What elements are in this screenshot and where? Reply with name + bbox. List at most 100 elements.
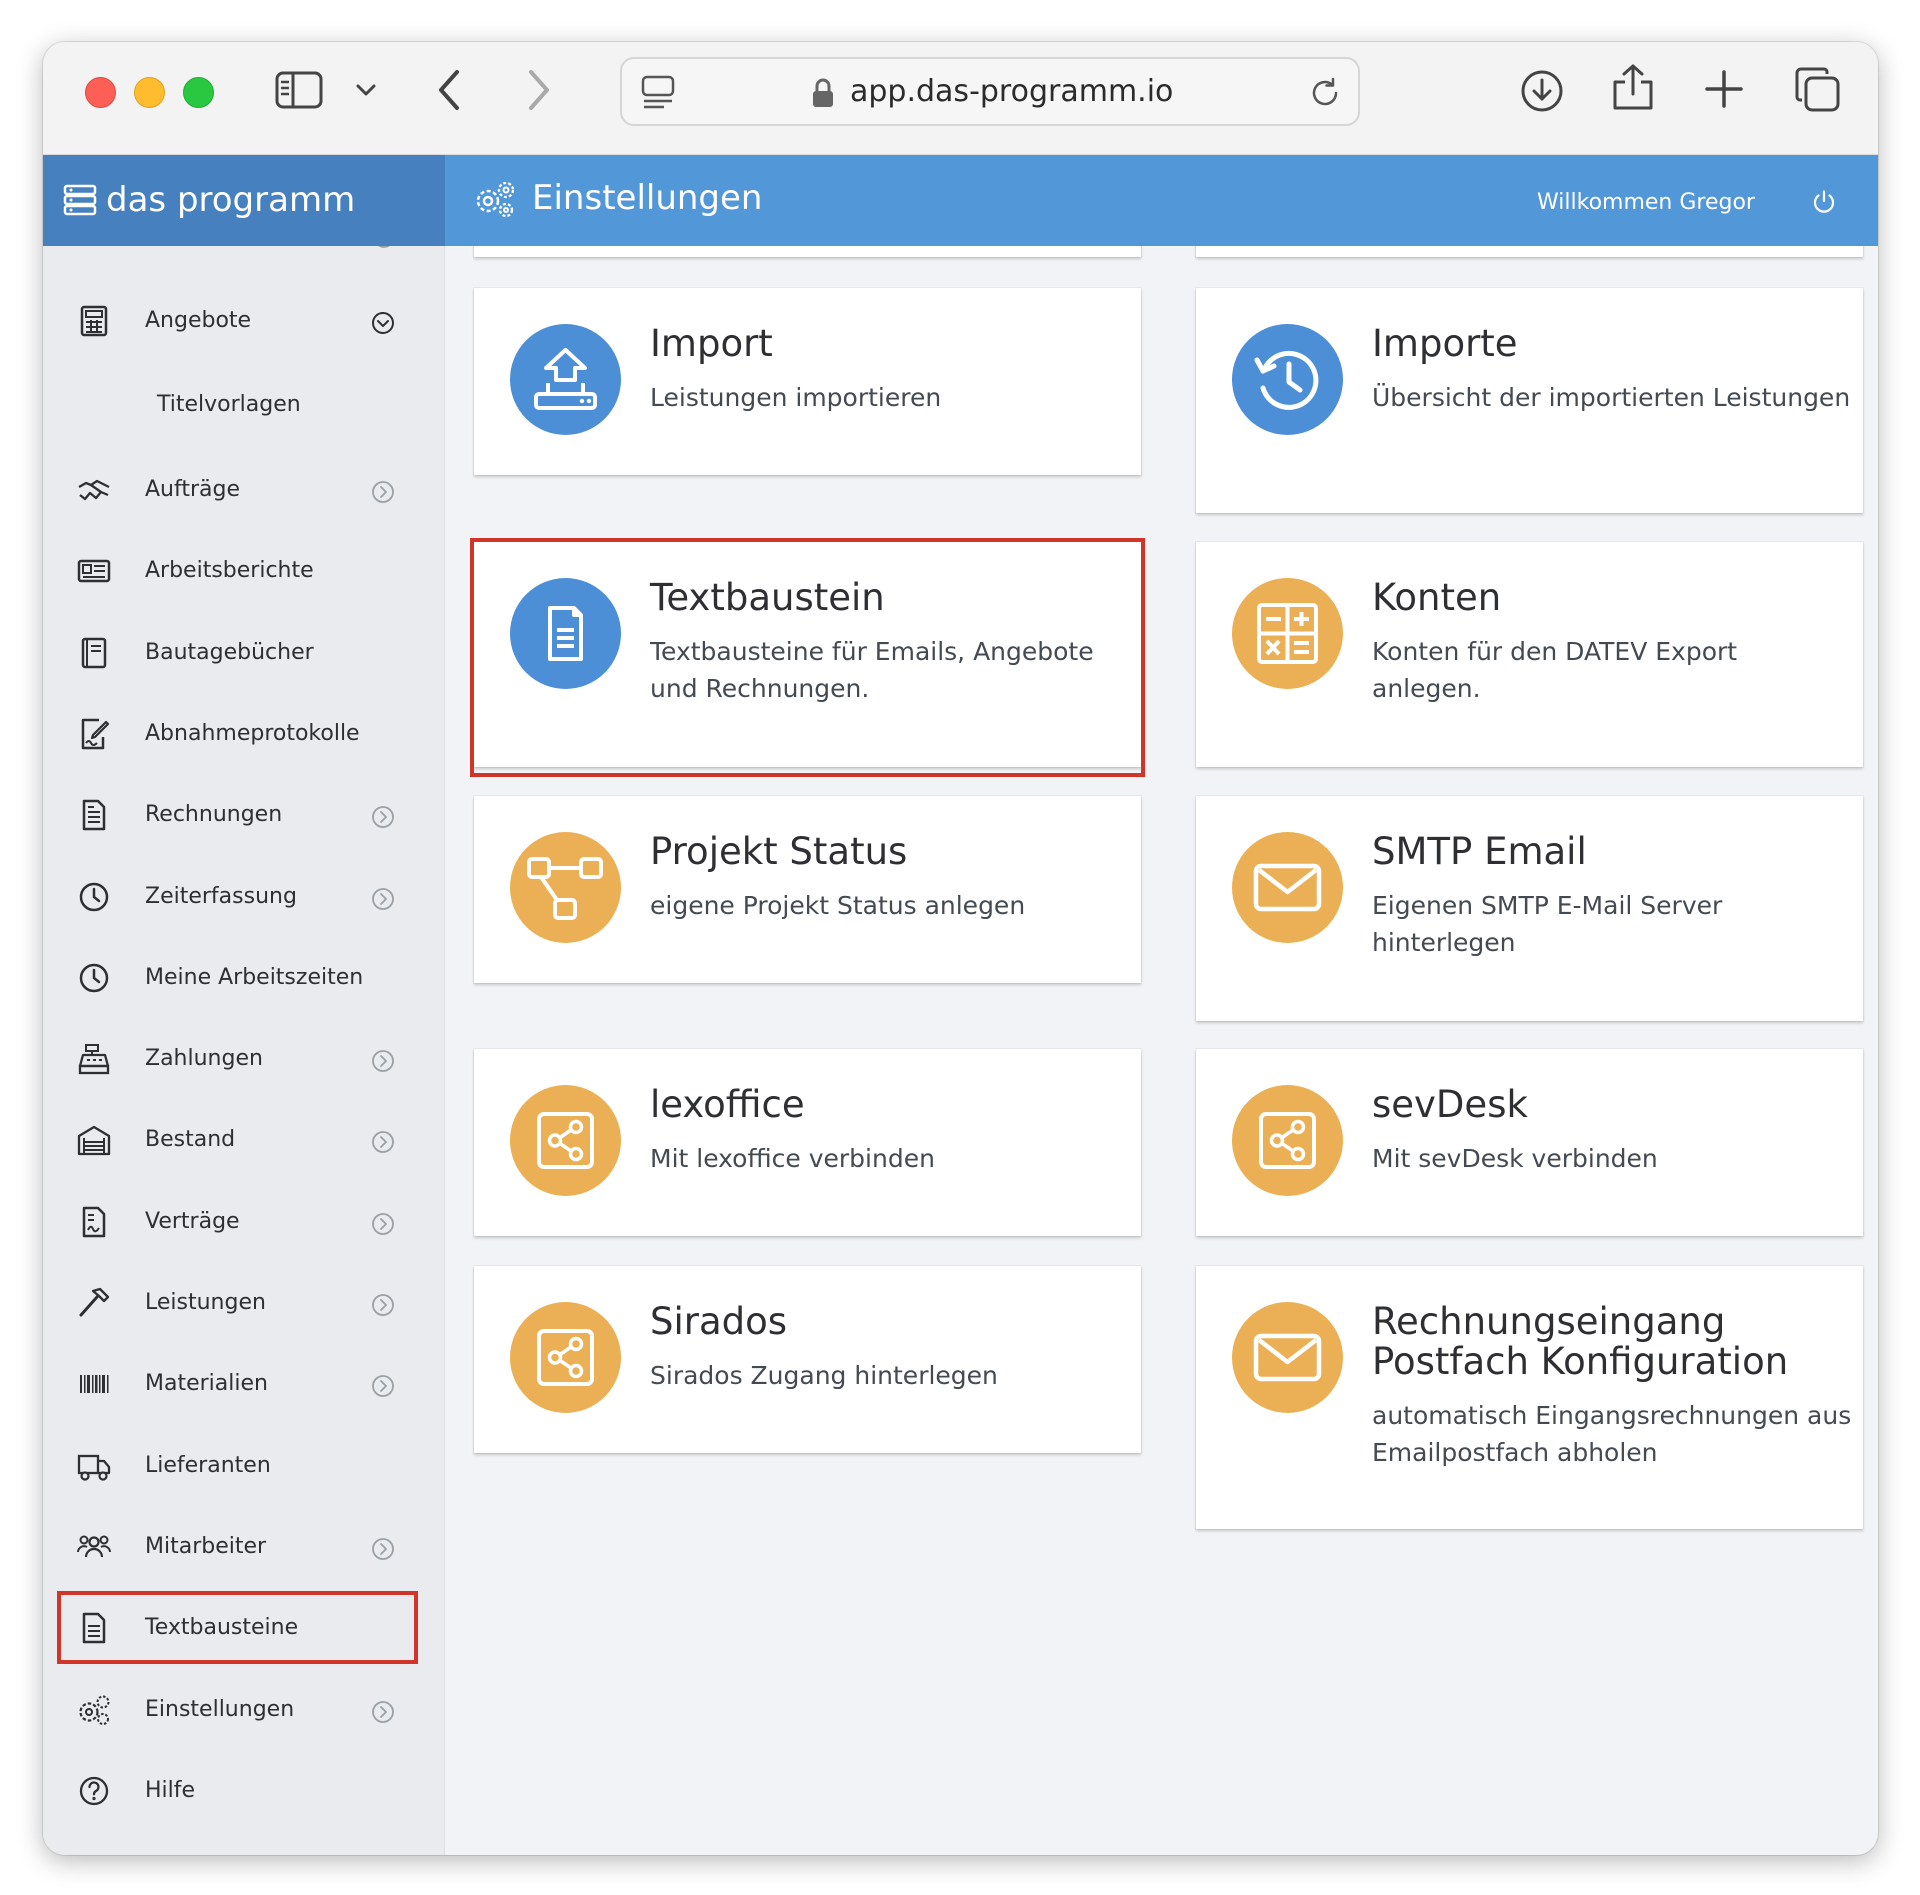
- chevron-right-circle-icon[interactable]: [371, 1700, 395, 1724]
- settings-card-projekt-status[interactable]: Projekt Status eigene Projekt Status anl…: [474, 796, 1141, 983]
- browser-window: app.das-programm.io das programm Einstel…: [43, 42, 1878, 1855]
- sidebar-item-mitarbeiter[interactable]: Mitarbeiter: [43, 1508, 444, 1588]
- settings-card-import[interactable]: Import Leistungen importieren: [474, 288, 1141, 475]
- help-icon: [79, 1776, 109, 1806]
- chevron-down-circle-icon[interactable]: [371, 311, 395, 335]
- chevron-right-circle-icon[interactable]: [371, 805, 395, 829]
- chevron-right-circle-icon[interactable]: [371, 1049, 395, 1073]
- sidebar-item-einstellungen[interactable]: Einstellungen: [43, 1671, 444, 1751]
- card-description: Eigenen SMTP E-Mail Server hinterlegen: [1372, 891, 1723, 957]
- sidebar-item-label: Mitarbeiter: [145, 1534, 267, 1559]
- sidebar-item-label: Einstellungen: [145, 1697, 295, 1722]
- reload-icon[interactable]: [1308, 76, 1342, 110]
- sidebar-item-label: Abnahmeprotokolle: [145, 721, 360, 746]
- card-icon-circle: [1232, 324, 1343, 435]
- card-title: lexoffice: [650, 1083, 805, 1126]
- upload-icon: [534, 348, 597, 410]
- sidebar-item-titelvorlagen[interactable]: Titelvorlagen: [43, 366, 444, 446]
- sidebar-item-materialien[interactable]: Materialien: [43, 1345, 444, 1425]
- card-icon-circle: [510, 1302, 621, 1413]
- settings-card-konten[interactable]: Konten Konten für den DATEV Export anleg…: [1196, 542, 1863, 767]
- sidebar-item-label: Rechnungen: [145, 802, 283, 827]
- chevron-right-circle-icon[interactable]: [371, 1293, 395, 1317]
- card-title: SMTP Email: [1372, 830, 1587, 873]
- calculator-icon: [1257, 603, 1318, 664]
- chevron-down-icon[interactable]: [355, 82, 377, 98]
- chevron-right-circle-icon[interactable]: [371, 1130, 395, 1154]
- close-window-button[interactable]: [85, 77, 116, 108]
- chevron-right-circle-icon[interactable]: [371, 1537, 395, 1561]
- card-title: sevDesk: [1372, 1083, 1528, 1126]
- handshake-icon: [78, 479, 110, 501]
- zoom-window-button[interactable]: [183, 77, 214, 108]
- sidebar-item-bestand[interactable]: Bestand: [43, 1101, 444, 1181]
- forward-icon[interactable]: [523, 68, 553, 112]
- address-bar[interactable]: app.das-programm.io: [620, 57, 1360, 126]
- sidebar-item-label: Aufträge: [145, 477, 241, 502]
- sidebar-item-meine-arbeitszeiten[interactable]: Meine Arbeitszeiten: [43, 939, 444, 1019]
- sidebar-item-hilfe[interactable]: Hilfe: [43, 1752, 444, 1832]
- sidebar-item-label: Arbeitsberichte: [145, 558, 314, 583]
- url-text: app.das-programm.io: [850, 74, 1174, 109]
- sidebar-toggle-icon[interactable]: [275, 70, 323, 110]
- app-header: das programm Einstellungen Willkommen Gr…: [43, 155, 1878, 246]
- signature-icon: [81, 718, 110, 750]
- tab-overview-icon[interactable]: [1794, 66, 1842, 114]
- sidebar-item-bautagebuecher[interactable]: Bautagebücher: [43, 614, 444, 694]
- warehouse-icon: [77, 1125, 111, 1156]
- brand-area[interactable]: das programm: [43, 155, 445, 246]
- power-icon[interactable]: [1811, 189, 1837, 215]
- workflow-icon: [527, 857, 603, 920]
- settings-card-smtp-email[interactable]: SMTP Email Eigenen SMTP E-Mail Server hi…: [1196, 796, 1863, 1021]
- server-icon: [63, 184, 97, 216]
- card-description: Übersicht der importierten Leistungen: [1372, 383, 1851, 412]
- sidebar-item-zahlungen[interactable]: Zahlungen: [43, 1020, 444, 1100]
- sidebar-item-abnahmeprotokolle[interactable]: Abnahmeprotokolle: [43, 695, 444, 775]
- card-title: Importe: [1372, 322, 1518, 365]
- sidebar-item-label: Hilfe: [145, 1778, 196, 1803]
- sidebar-item-lieferanten[interactable]: Lieferanten: [43, 1427, 444, 1507]
- sidebar-item-arbeitsberichte[interactable]: Arbeitsberichte: [43, 532, 444, 612]
- sidebar-item-auftraege[interactable]: Aufträge: [43, 451, 444, 531]
- calculator-icon: [80, 305, 108, 337]
- clock-icon: [79, 963, 109, 993]
- share-icon[interactable]: [1611, 62, 1655, 112]
- back-icon[interactable]: [435, 68, 465, 112]
- chevron-right-circle-icon[interactable]: [371, 1212, 395, 1236]
- truck-icon: [77, 1454, 111, 1481]
- chevron-right-circle-icon[interactable]: [371, 1374, 395, 1398]
- sidebar-item-zeiterfassung[interactable]: Zeiterfassung: [43, 858, 444, 938]
- contract-icon: [82, 1206, 106, 1238]
- browser-toolbar: app.das-programm.io: [43, 42, 1878, 155]
- settings-card-rechnungseingang-postfach[interactable]: Rechnungseingang Postfach Konfiguration …: [1196, 1266, 1863, 1529]
- new-tab-icon[interactable]: [1703, 68, 1745, 110]
- sidebar-item-label: Titelvorlagen: [157, 392, 301, 417]
- settings-card-lexoffice[interactable]: lexoffice Mit lexoffice verbinden: [474, 1049, 1141, 1236]
- sidebar-item-rechnungen[interactable]: Rechnungen: [43, 776, 444, 856]
- settings-card-sirados[interactable]: Sirados Sirados Zugang hinterlegen: [474, 1266, 1141, 1453]
- chevron-right-circle-icon[interactable]: [371, 887, 395, 911]
- sidebar-item-label: Bestand: [145, 1127, 236, 1152]
- gears-icon: [476, 181, 515, 218]
- card-title: Sirados: [650, 1300, 788, 1343]
- sidebar-item-leistungen[interactable]: Leistungen: [43, 1264, 444, 1344]
- card-description: Sirados Zugang hinterlegen: [650, 1361, 998, 1390]
- chevron-right-circle-icon[interactable]: [371, 480, 395, 504]
- users-icon: [77, 1535, 111, 1558]
- settings-card-sevdesk[interactable]: sevDesk Mit sevDesk verbinden: [1196, 1049, 1863, 1236]
- sidebar-item-label: Zeiterfassung: [145, 884, 297, 909]
- page-title: Einstellungen: [532, 178, 763, 218]
- page-menu-icon[interactable]: [640, 74, 676, 110]
- minimize-window-button[interactable]: [134, 77, 165, 108]
- card-title: Import: [650, 322, 773, 365]
- gears-icon: [79, 1695, 110, 1725]
- card-description: Leistungen importieren: [650, 383, 942, 412]
- download-icon[interactable]: [1519, 68, 1565, 114]
- card-icon-circle: [1232, 832, 1343, 943]
- card-icon-circle: [510, 832, 621, 943]
- sidebar-item-angebote[interactable]: Angebote: [43, 282, 444, 362]
- settings-card-importe[interactable]: Importe Übersicht der importierten Leist…: [1196, 288, 1863, 513]
- card-description: automatisch Eingangsrechnungen aus Email…: [1372, 1401, 1852, 1467]
- sidebar-item-label: Bautagebücher: [145, 640, 314, 665]
- sidebar-item-vertraege[interactable]: Verträge: [43, 1183, 444, 1263]
